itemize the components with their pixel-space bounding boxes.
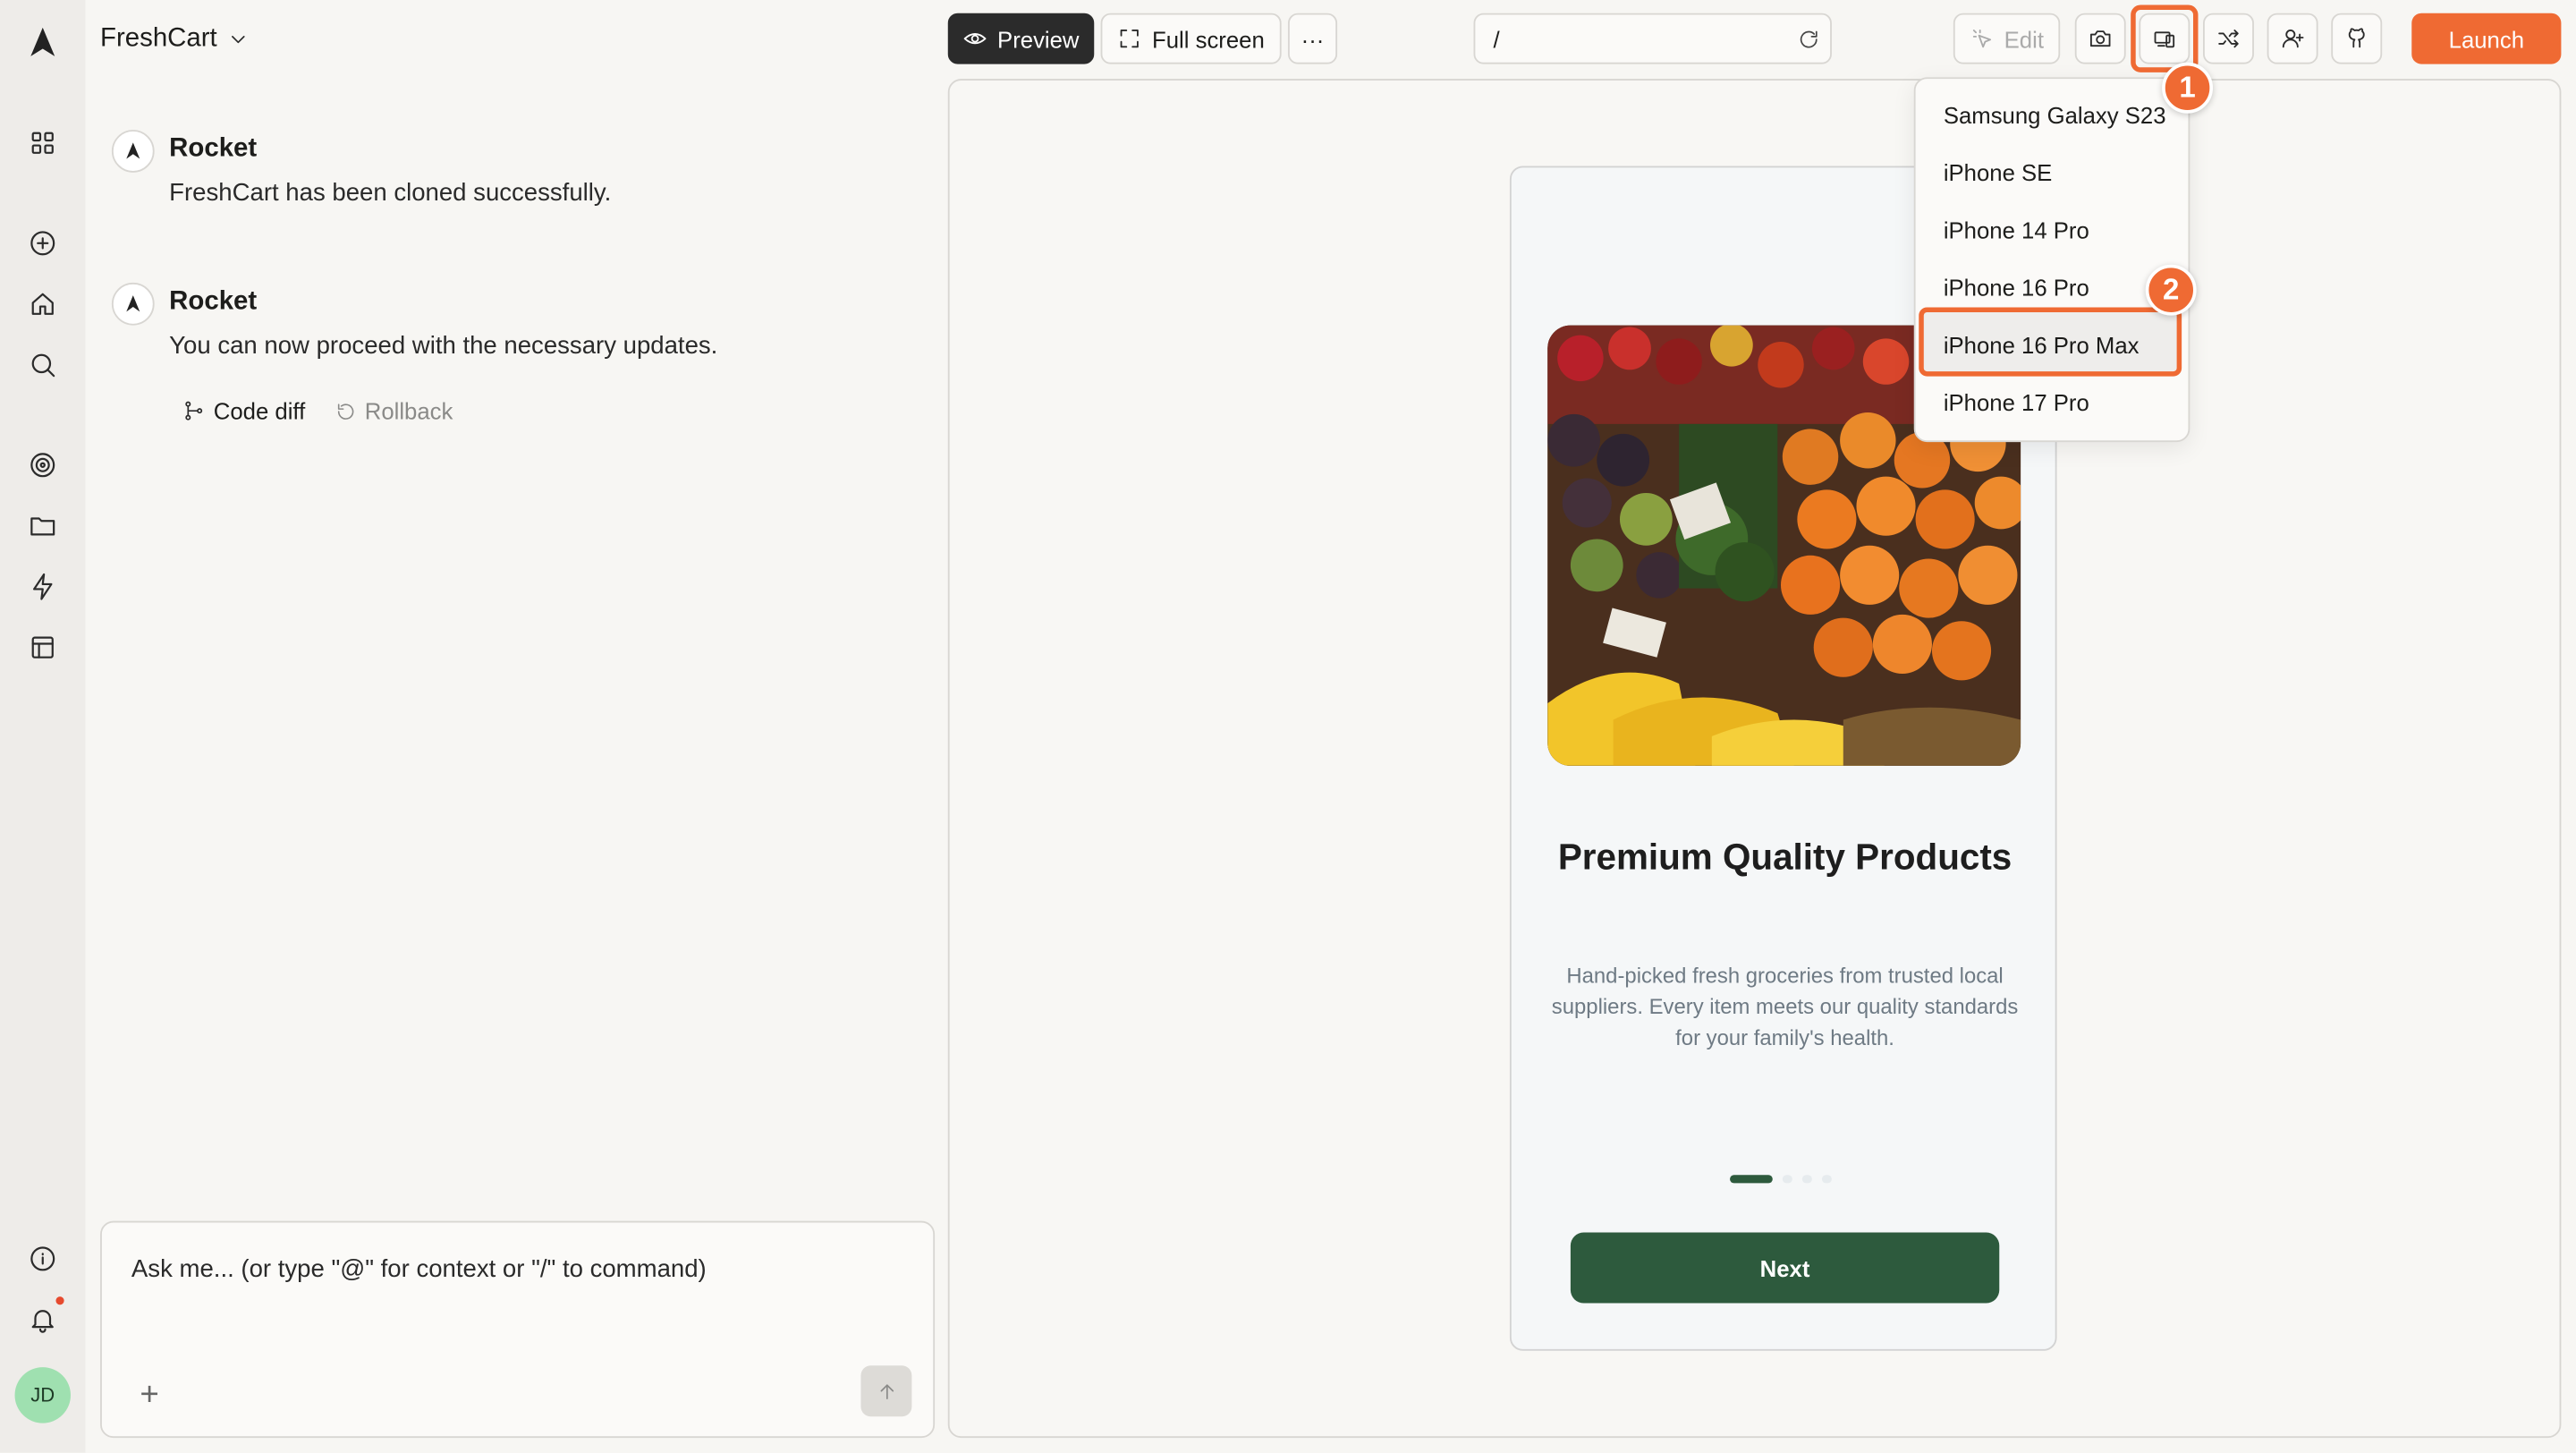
chat-input[interactable]: Ask me... (or type "@" for context or "/… xyxy=(131,1255,707,1283)
device-menu-item[interactable]: iPhone 14 Pro xyxy=(1944,217,2089,242)
add-attachment-button[interactable]: + xyxy=(128,1373,171,1416)
url-path[interactable]: / xyxy=(1494,26,1500,52)
pagination-dot[interactable] xyxy=(1801,1175,1812,1184)
grid-icon[interactable] xyxy=(20,120,65,166)
chat-input-box[interactable]: Ask me... (or type "@" for context or "/… xyxy=(100,1220,936,1439)
device-menu-item[interactable]: Samsung Galaxy S23 xyxy=(1944,102,2166,128)
plus-circle-icon[interactable] xyxy=(20,220,65,266)
edit-button[interactable]: Edit xyxy=(1953,13,2061,64)
message-author: Rocket xyxy=(169,134,258,163)
layout-icon[interactable] xyxy=(20,625,65,670)
message-author: Rocket xyxy=(169,287,258,316)
left-rail: JD xyxy=(0,0,86,1453)
rocket-logo-icon[interactable] xyxy=(21,21,64,64)
device-menu-item[interactable]: iPhone 17 Pro xyxy=(1944,389,2089,415)
step-badge: 2 xyxy=(2145,264,2197,316)
edit-label: Edit xyxy=(2004,25,2044,52)
reload-icon[interactable] xyxy=(1797,28,1820,51)
pagination-dot[interactable] xyxy=(1821,1175,1832,1184)
send-button[interactable] xyxy=(860,1365,912,1417)
selected-device-highlight xyxy=(1919,307,2182,377)
camera-icon xyxy=(2088,26,2113,51)
preview-label: Preview xyxy=(997,25,1080,52)
arrow-up-icon xyxy=(875,1380,898,1403)
message-text: FreshCart has been cloned successfully. xyxy=(169,179,612,208)
search-icon[interactable] xyxy=(20,342,65,387)
rollback-button[interactable]: Rollback xyxy=(335,396,453,426)
pagination-dot-active[interactable] xyxy=(1730,1175,1773,1184)
rollback-label: Rollback xyxy=(364,397,453,424)
expand-icon xyxy=(1117,26,1142,51)
shuffle-button[interactable] xyxy=(2203,13,2254,64)
folder-icon[interactable] xyxy=(20,503,65,548)
launch-button[interactable]: Launch xyxy=(2411,13,2562,64)
more-button[interactable]: ··· xyxy=(1287,13,1338,64)
app-root: JD FreshCart Rocket FreshCart has been c… xyxy=(0,0,2576,1453)
step-badge: 1 xyxy=(2162,62,2214,114)
full-screen-label: Full screen xyxy=(1152,25,1265,52)
next-button[interactable]: Next xyxy=(1570,1232,2000,1304)
shuffle-icon xyxy=(2216,26,2241,51)
git-branch-icon xyxy=(182,399,206,422)
rocket-avatar-icon xyxy=(111,282,155,326)
notification-dot xyxy=(55,1296,64,1305)
pagination-dots xyxy=(1730,1175,1832,1185)
chevron-down-icon xyxy=(227,28,250,51)
onboarding-title: Premium Quality Products xyxy=(1557,836,2012,878)
device-menu: Samsung Galaxy S23 iPhone SE iPhone 14 P… xyxy=(1913,77,2190,443)
cursor-click-icon xyxy=(1970,26,1995,51)
github-icon xyxy=(2344,26,2369,51)
project-name: FreshCart xyxy=(100,24,217,53)
home-icon[interactable] xyxy=(20,281,65,327)
github-button[interactable] xyxy=(2331,13,2383,64)
info-icon[interactable] xyxy=(20,1236,65,1281)
code-diff-label: Code diff xyxy=(213,397,306,424)
url-bar[interactable]: / xyxy=(1473,13,1832,64)
screenshot-button[interactable] xyxy=(2074,13,2126,64)
code-diff-button[interactable]: Code diff xyxy=(182,396,305,426)
bolt-icon[interactable] xyxy=(20,564,65,609)
eye-icon xyxy=(962,26,987,51)
rocket-avatar-icon xyxy=(111,130,155,173)
user-plus-icon xyxy=(2280,26,2305,51)
device-menu-item[interactable]: iPhone SE xyxy=(1944,159,2053,185)
avatar[interactable]: JD xyxy=(14,1367,71,1423)
more-label: ··· xyxy=(1301,25,1325,52)
device-menu-item[interactable]: iPhone 16 Pro xyxy=(1944,275,2089,301)
invite-user-button[interactable] xyxy=(2267,13,2318,64)
rollback-icon xyxy=(335,400,357,421)
preview-button[interactable]: Preview xyxy=(947,13,1095,64)
full-screen-button[interactable]: Full screen xyxy=(1100,13,1282,64)
project-switcher[interactable]: FreshCart xyxy=(100,21,250,57)
target-icon[interactable] xyxy=(20,442,65,488)
message-text: You can now proceed with the necessary u… xyxy=(169,332,718,361)
pagination-dot[interactable] xyxy=(1782,1175,1792,1184)
onboarding-subtitle: Hand-picked fresh groceries from trusted… xyxy=(1551,963,2019,1050)
